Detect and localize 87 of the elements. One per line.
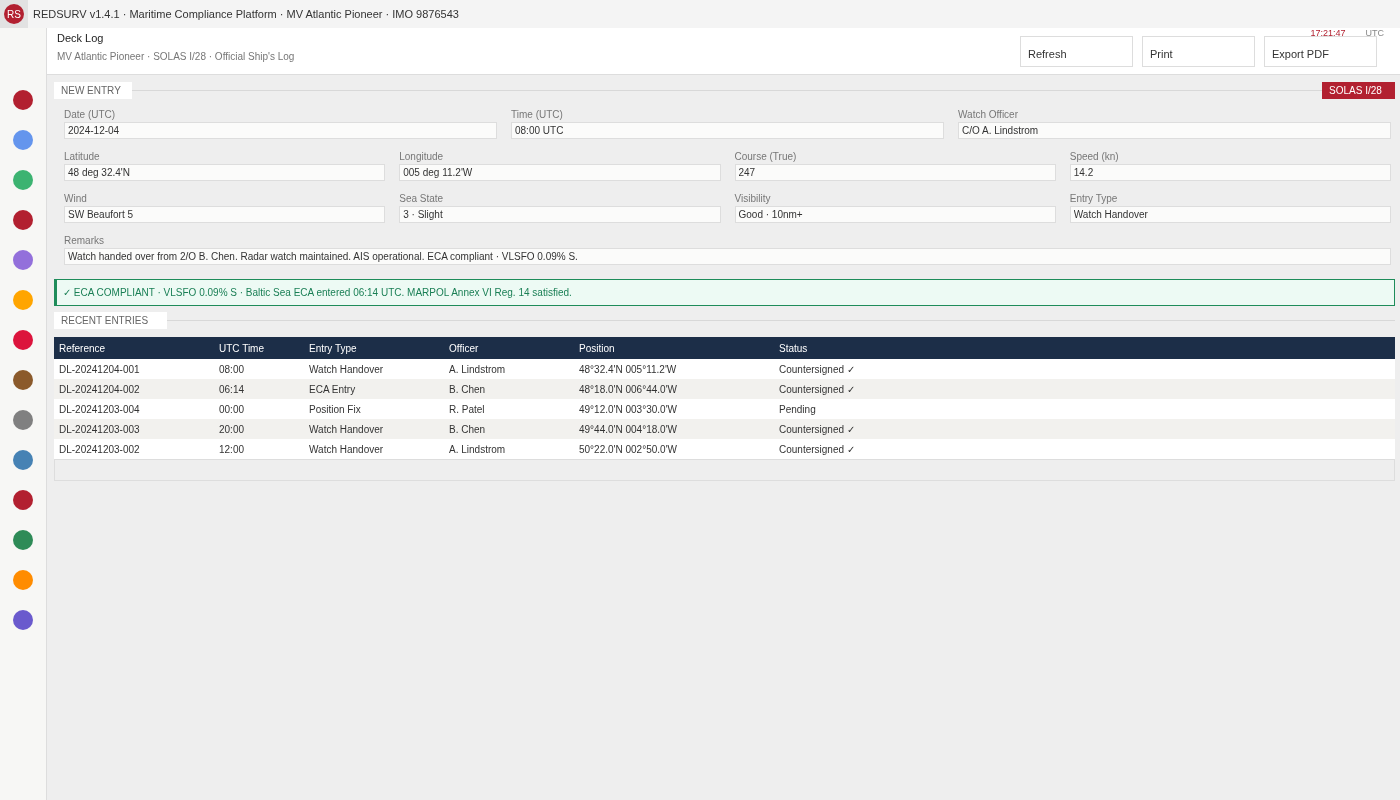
toolbar-button[interactable]: Export PDF: [1264, 36, 1377, 67]
table-cell-text: DL-20241204-002: [58, 383, 141, 395]
field-label: Sea State: [399, 193, 445, 204]
input-field[interactable]: SW Beaufort 5: [64, 206, 386, 223]
table-cell-text: 08:00: [218, 363, 246, 375]
table-cell-text: A. Lindstrom: [448, 363, 507, 375]
table-cell-text: 49°12.0'N 003°30.0'W: [578, 403, 678, 415]
page-subtitle: MV Atlantic Pioneer · SOLAS I/28 · Official Ship's Log: [57, 51, 295, 62]
table-cell-text: Watch Handover: [308, 423, 385, 435]
table-cell-text: 50°22.0'N 002°50.0'W: [578, 443, 678, 455]
field-label: Wind: [64, 193, 88, 204]
table-cell-text: Watch Handover: [308, 363, 385, 375]
nav-dot-icon[interactable]: [13, 250, 33, 270]
field-label: Watch Officer: [958, 109, 1019, 120]
clock-time: 17:21:47: [1310, 28, 1346, 36]
table-cell-text: Countersigned ✓: [778, 383, 856, 395]
table-cell-text: Countersigned ✓: [778, 363, 856, 375]
nav-dot-icon[interactable]: [13, 450, 33, 470]
column-header[interactable]: Status: [774, 342, 1395, 354]
field-label: Latitude: [64, 151, 101, 162]
table-cell-text: Countersigned ✓: [778, 423, 856, 435]
field-label: Visibility: [734, 193, 772, 204]
nav-dot-icon[interactable]: [13, 290, 33, 310]
input-field[interactable]: 005 deg 11.2'W: [399, 164, 721, 181]
page-title: Deck Log: [57, 32, 105, 44]
table-cell-text: Position Fix: [308, 403, 362, 415]
nav-dot-icon[interactable]: [13, 370, 33, 390]
table-cell-text: 06:14: [218, 383, 246, 395]
section-title: RECENT ENTRIES: [54, 312, 167, 329]
table-cell-text: Watch Handover: [308, 443, 385, 455]
toolbar-button[interactable]: Print: [1142, 36, 1255, 67]
field-label: Course (True): [734, 151, 798, 162]
column-header[interactable]: Position: [574, 342, 774, 354]
table-cell-text: 48°18.0'N 006°44.0'W: [578, 383, 678, 395]
table-cell-text: 49°44.0'N 004°18.0'W: [578, 423, 678, 435]
column-header[interactable]: UTC Time: [214, 342, 304, 354]
clock-zone: UTC: [1365, 28, 1384, 36]
input-field[interactable]: 3 · Slight: [399, 206, 721, 223]
field-label: Time (UTC): [511, 109, 564, 120]
column-header[interactable]: Entry Type: [304, 342, 444, 354]
column-header[interactable]: Reference: [54, 342, 214, 354]
nav-dot-icon[interactable]: [13, 170, 33, 190]
regulation-badge: SOLAS I/28: [1322, 82, 1395, 99]
table-cell-text: B. Chen: [448, 423, 487, 435]
input-field[interactable]: 2024-12-04: [64, 122, 497, 139]
table-cell-text: B. Chen: [448, 383, 487, 395]
field-label: Entry Type: [1069, 193, 1119, 204]
field-label: Date (UTC): [64, 109, 117, 120]
input-field[interactable]: Watch handed over from 2/O B. Chen. Radar watch maintained. AIS operational. ECA compliant · VLSFO 0.09% S.: [64, 248, 1391, 265]
input-field[interactable]: 247: [734, 164, 1056, 181]
table-cell-text: Pending: [778, 403, 817, 415]
table-cell-text: 48°32.4'N 005°11.2'W: [578, 363, 678, 375]
field-label: Remarks: [64, 235, 105, 246]
compliance-alert: ✓ ECA COMPLIANT · VLSFO 0.09% S · Baltic Sea ECA entered 06:14 UTC. MARPOL Annex VI Reg. 14 satisfied.: [54, 279, 1395, 306]
input-field[interactable]: Watch Handover: [1069, 206, 1391, 223]
table-cell-text: DL-20241204-001: [58, 363, 141, 375]
table-cell-text: 00:00: [218, 403, 246, 415]
column-header[interactable]: Officer: [444, 342, 574, 354]
input-field[interactable]: 14.2: [1069, 164, 1391, 181]
nav-dot-icon[interactable]: [13, 330, 33, 350]
input-field[interactable]: C/O A. Lindstrom: [958, 122, 1391, 139]
app-title: REDSURV v1.4.1 · Maritime Compliance Platform · MV Atlantic Pioneer · IMO 9876543: [33, 8, 459, 20]
nav-dot-icon[interactable]: [13, 90, 33, 110]
table-cell-text: DL-20241203-002: [58, 443, 141, 455]
table-cell-text: A. Lindstrom: [448, 443, 507, 455]
nav-dot-icon[interactable]: [13, 490, 33, 510]
nav-dot-icon[interactable]: [13, 610, 33, 630]
table-cell-text: ECA Entry: [308, 383, 357, 395]
table-cell-text: DL-20241203-003: [58, 423, 141, 435]
toolbar-button[interactable]: Refresh: [1020, 36, 1133, 67]
app-logo: RS: [4, 4, 24, 24]
section-title: NEW ENTRY: [54, 82, 132, 99]
input-field[interactable]: 48 deg 32.4'N: [64, 164, 386, 181]
nav-dot-icon[interactable]: [13, 210, 33, 230]
nav-dot-icon[interactable]: [13, 570, 33, 590]
input-field[interactable]: 08:00 UTC: [511, 122, 944, 139]
nav-dot-icon[interactable]: [13, 410, 33, 430]
field-label: Speed (kn): [1069, 151, 1120, 162]
table-cell-text: R. Patel: [448, 403, 486, 415]
nav-dot-icon[interactable]: [13, 530, 33, 550]
table-cell-text: Countersigned ✓: [778, 443, 856, 455]
table-cell-text: 12:00: [218, 443, 246, 455]
field-label: Longitude: [399, 151, 445, 162]
input-field[interactable]: Good · 10nm+: [734, 206, 1056, 223]
table-cell-text: DL-20241203-004: [58, 403, 141, 415]
nav-dot-icon[interactable]: [13, 130, 33, 150]
table-cell-text: 20:00: [218, 423, 246, 435]
